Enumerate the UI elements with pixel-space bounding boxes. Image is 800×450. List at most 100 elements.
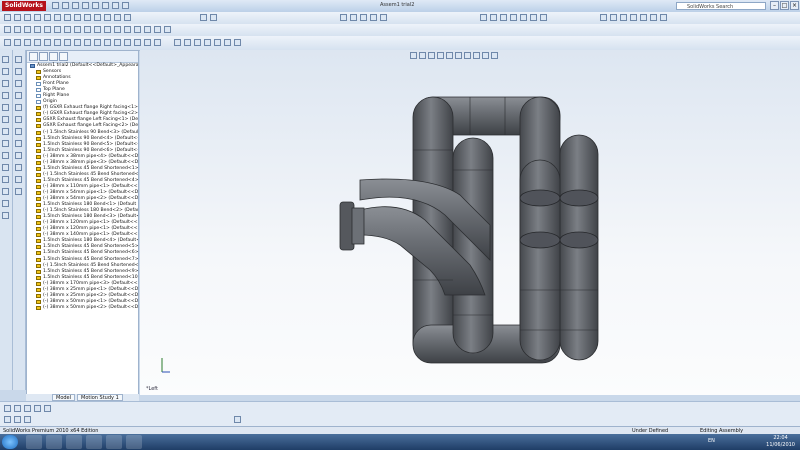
office-tool-icon[interactable]: [2, 128, 9, 135]
draft-icon[interactable]: [94, 26, 101, 33]
reference-tool-icon[interactable]: [2, 188, 9, 195]
mold-tool-icon[interactable]: [2, 212, 9, 219]
office-icon[interactable]: [74, 39, 81, 46]
mirror-tool-icon[interactable]: [15, 176, 22, 183]
rotate-icon[interactable]: [650, 14, 657, 21]
save-icon[interactable]: [72, 2, 79, 9]
tree-item[interactable]: (-) 38mm x 50mm pipe<2> (Default<<De: [29, 305, 138, 311]
loft-icon[interactable]: [44, 26, 51, 33]
simulate-tool-icon[interactable]: [2, 152, 9, 159]
photoview-icon[interactable]: [94, 39, 101, 46]
pan-icon[interactable]: [660, 14, 667, 21]
solidworks-taskbar-icon[interactable]: [46, 435, 62, 449]
mold-icon[interactable]: [24, 39, 31, 46]
text-icon[interactable]: [64, 14, 71, 21]
scale-icon[interactable]: [154, 26, 161, 33]
minimize-icon[interactable]: –: [770, 1, 779, 10]
smart-dimension-icon[interactable]: [200, 14, 207, 21]
file-explorer-icon[interactable]: [24, 405, 31, 412]
mirror-icon[interactable]: [104, 14, 111, 21]
line-icon[interactable]: [4, 14, 11, 21]
line-tool-icon[interactable]: [15, 68, 22, 75]
trim-icon[interactable]: [84, 14, 91, 21]
view-iso-icon[interactable]: [540, 14, 547, 21]
language-indicator[interactable]: EN: [708, 438, 715, 444]
library-icon[interactable]: [144, 39, 151, 46]
maximize-icon[interactable]: □: [780, 1, 789, 10]
section-icon[interactable]: [620, 14, 627, 21]
trim-tool-icon[interactable]: [15, 140, 22, 147]
view-back-icon[interactable]: [490, 14, 497, 21]
curve-icon[interactable]: [164, 26, 171, 33]
render-tool-icon[interactable]: [2, 140, 9, 147]
wrap-icon[interactable]: [124, 26, 131, 33]
rebuild-icon[interactable]: [112, 2, 119, 9]
flow-icon[interactable]: [124, 39, 131, 46]
component-icon[interactable]: [360, 14, 367, 21]
search-input[interactable]: SolidWorks Search: [676, 2, 766, 10]
folder-icon[interactable]: [106, 435, 122, 449]
view-bottom-icon[interactable]: [530, 14, 537, 21]
hole-icon[interactable]: [64, 26, 71, 33]
design-library-icon[interactable]: [14, 405, 21, 412]
dimxpert-tab-icon[interactable]: [59, 52, 68, 61]
rib-icon[interactable]: [84, 26, 91, 33]
configurationmanager-tab-icon[interactable]: [49, 52, 58, 61]
view-front-icon[interactable]: [480, 14, 487, 21]
mass-properties-icon[interactable]: [24, 416, 31, 423]
costing-icon[interactable]: [134, 39, 141, 46]
view-right-icon[interactable]: [510, 14, 517, 21]
view-top-icon[interactable]: [520, 14, 527, 21]
task-pane-icon[interactable]: [4, 405, 11, 412]
arc-tool-icon[interactable]: [15, 104, 22, 111]
pattern-icon[interactable]: [114, 14, 121, 21]
shell-icon[interactable]: [74, 26, 81, 33]
dimxpert-icon[interactable]: [54, 39, 61, 46]
centerline-icon[interactable]: [184, 39, 191, 46]
measure-icon[interactable]: [14, 416, 21, 423]
sketch-point-icon[interactable]: [174, 39, 181, 46]
propertymanager-tab-icon[interactable]: [39, 52, 48, 61]
relations-icon[interactable]: [210, 14, 217, 21]
options-icon[interactable]: [122, 2, 129, 9]
polygon-icon[interactable]: [204, 39, 211, 46]
circle-icon[interactable]: [24, 14, 31, 21]
hide-icon[interactable]: [370, 14, 377, 21]
zoom-area-icon[interactable]: [640, 14, 647, 21]
photo-icon[interactable]: [86, 435, 102, 449]
spline-tool-icon[interactable]: [15, 116, 22, 123]
rectangle-icon[interactable]: [14, 14, 21, 21]
text-tool-icon[interactable]: [2, 176, 9, 183]
view-palette-icon[interactable]: [34, 405, 41, 412]
plane-icon[interactable]: [224, 39, 231, 46]
extrude-icon[interactable]: [14, 26, 21, 33]
featuremanager-tab-icon[interactable]: [29, 52, 38, 61]
chamfer-icon[interactable]: [104, 26, 111, 33]
point-tool-icon[interactable]: [15, 128, 22, 135]
simulation-icon[interactable]: [114, 39, 121, 46]
dimension-tool-icon[interactable]: [2, 116, 9, 123]
explode-icon[interactable]: [380, 14, 387, 21]
annotation-tool-icon[interactable]: [2, 164, 9, 171]
select-icon[interactable]: [102, 2, 109, 9]
fix-icon[interactable]: [234, 39, 241, 46]
rebuild-tool-icon[interactable]: [4, 416, 11, 423]
design-checker-icon[interactable]: [154, 39, 161, 46]
assembly-tool-icon[interactable]: [2, 80, 9, 87]
combine-icon[interactable]: [144, 26, 151, 33]
rectangle-tool-icon[interactable]: [15, 80, 22, 87]
evaluate-icon[interactable]: [64, 39, 71, 46]
paint-icon[interactable]: [126, 435, 142, 449]
split-icon[interactable]: [134, 26, 141, 33]
mate-icon[interactable]: [350, 14, 357, 21]
extend-tool-icon[interactable]: [15, 152, 22, 159]
view-left-icon[interactable]: [500, 14, 507, 21]
spline-icon[interactable]: [44, 14, 51, 21]
zoom-fit-icon[interactable]: [630, 14, 637, 21]
ellipse-icon[interactable]: [214, 39, 221, 46]
assembly-icon[interactable]: [340, 14, 347, 21]
sketch-tool-icon[interactable]: [2, 56, 9, 63]
close-icon[interactable]: ×: [790, 1, 799, 10]
open-icon[interactable]: [62, 2, 69, 9]
tab-motion-study[interactable]: Motion Study 1: [77, 394, 123, 401]
